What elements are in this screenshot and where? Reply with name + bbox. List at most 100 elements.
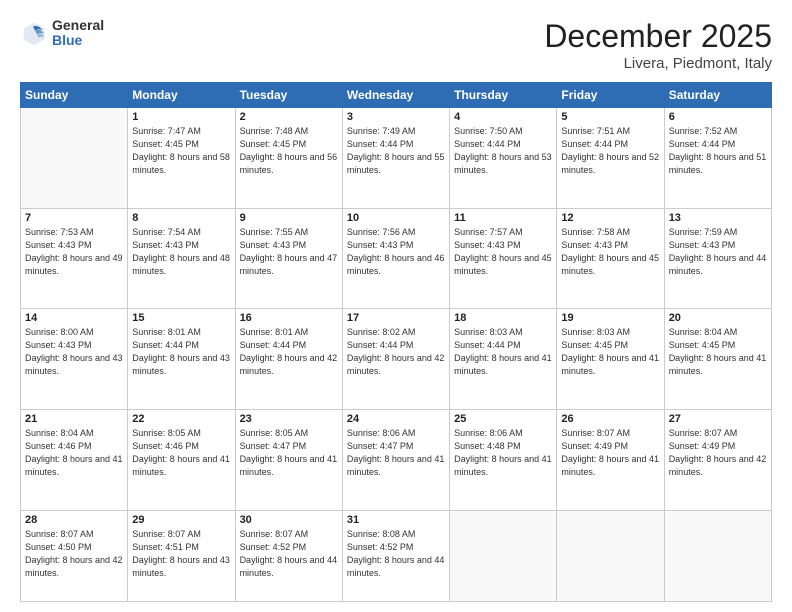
month-title: December 2025 — [544, 18, 772, 55]
table-row: 30 Sunrise: 8:07 AM Sunset: 4:52 PM Dayli… — [235, 510, 342, 602]
day-number: 3 — [347, 111, 445, 123]
table-row: 1 Sunrise: 7:47 AM Sunset: 4:45 PM Daylig… — [128, 108, 235, 209]
col-sunday: Sunday — [21, 83, 128, 108]
location-title: Livera, Piedmont, Italy — [544, 55, 772, 72]
day-detail: Sunrise: 8:01 AM Sunset: 4:44 PM Dayligh… — [132, 326, 230, 378]
day-detail: Sunrise: 7:52 AM Sunset: 4:44 PM Dayligh… — [669, 125, 767, 177]
day-number: 16 — [240, 312, 338, 324]
col-thursday: Thursday — [450, 83, 557, 108]
col-wednesday: Wednesday — [342, 83, 449, 108]
table-row: 16 Sunrise: 8:01 AM Sunset: 4:44 PM Dayli… — [235, 309, 342, 410]
day-detail: Sunrise: 8:01 AM Sunset: 4:44 PM Dayligh… — [240, 326, 338, 378]
day-detail: Sunrise: 8:04 AM Sunset: 4:46 PM Dayligh… — [25, 427, 123, 479]
day-number: 9 — [240, 212, 338, 224]
table-row — [21, 108, 128, 209]
day-number: 31 — [347, 514, 445, 526]
day-number: 7 — [25, 212, 123, 224]
day-detail: Sunrise: 7:51 AM Sunset: 4:44 PM Dayligh… — [561, 125, 659, 177]
table-row: 22 Sunrise: 8:05 AM Sunset: 4:46 PM Dayli… — [128, 409, 235, 510]
day-number: 6 — [669, 111, 767, 123]
table-row: 8 Sunrise: 7:54 AM Sunset: 4:43 PM Daylig… — [128, 208, 235, 309]
day-number: 25 — [454, 413, 552, 425]
table-row: 17 Sunrise: 8:02 AM Sunset: 4:44 PM Dayli… — [342, 309, 449, 410]
day-number: 4 — [454, 111, 552, 123]
day-number: 10 — [347, 212, 445, 224]
day-detail: Sunrise: 8:07 AM Sunset: 4:50 PM Dayligh… — [25, 528, 123, 580]
day-number: 19 — [561, 312, 659, 324]
day-number: 21 — [25, 413, 123, 425]
day-number: 8 — [132, 212, 230, 224]
day-detail: Sunrise: 7:47 AM Sunset: 4:45 PM Dayligh… — [132, 125, 230, 177]
table-row: 2 Sunrise: 7:48 AM Sunset: 4:45 PM Daylig… — [235, 108, 342, 209]
col-friday: Friday — [557, 83, 664, 108]
table-row: 13Sunrise: 7:59 AM Sunset: 4:43 PM Dayli… — [664, 208, 771, 309]
table-row: 9 Sunrise: 7:55 AM Sunset: 4:43 PM Daylig… — [235, 208, 342, 309]
day-detail: Sunrise: 7:56 AM Sunset: 4:43 PM Dayligh… — [347, 226, 445, 278]
table-row: 3 Sunrise: 7:49 AM Sunset: 4:44 PM Daylig… — [342, 108, 449, 209]
table-row: 4 Sunrise: 7:50 AM Sunset: 4:44 PM Daylig… — [450, 108, 557, 209]
day-detail: Sunrise: 7:55 AM Sunset: 4:43 PM Dayligh… — [240, 226, 338, 278]
day-detail: Sunrise: 8:07 AM Sunset: 4:52 PM Dayligh… — [240, 528, 338, 580]
page: General Blue December 2025 Livera, Piedm… — [0, 0, 792, 612]
col-saturday: Saturday — [664, 83, 771, 108]
day-detail: Sunrise: 8:06 AM Sunset: 4:47 PM Dayligh… — [347, 427, 445, 479]
table-row: 15 Sunrise: 8:01 AM Sunset: 4:44 PM Dayli… — [128, 309, 235, 410]
day-number: 14 — [25, 312, 123, 324]
table-row: 27Sunrise: 8:07 AM Sunset: 4:49 PM Dayli… — [664, 409, 771, 510]
table-row: 24 Sunrise: 8:06 AM Sunset: 4:47 PM Dayli… — [342, 409, 449, 510]
table-row: 21 Sunrise: 8:04 AM Sunset: 4:46 PM Dayli… — [21, 409, 128, 510]
table-row: 18Sunrise: 8:03 AM Sunset: 4:44 PM Dayli… — [450, 309, 557, 410]
day-number: 17 — [347, 312, 445, 324]
day-detail: Sunrise: 8:05 AM Sunset: 4:47 PM Dayligh… — [240, 427, 338, 479]
logo-blue-text: Blue — [52, 33, 104, 48]
day-detail: Sunrise: 8:04 AM Sunset: 4:45 PM Dayligh… — [669, 326, 767, 378]
table-row: 23 Sunrise: 8:05 AM Sunset: 4:47 PM Dayli… — [235, 409, 342, 510]
logo-icon — [20, 19, 48, 47]
day-detail: Sunrise: 7:57 AM Sunset: 4:43 PM Dayligh… — [454, 226, 552, 278]
day-detail: Sunrise: 8:00 AM Sunset: 4:43 PM Dayligh… — [25, 326, 123, 378]
calendar-table: Sunday Monday Tuesday Wednesday Thursday… — [20, 82, 772, 602]
day-detail: Sunrise: 7:54 AM Sunset: 4:43 PM Dayligh… — [132, 226, 230, 278]
title-block: December 2025 Livera, Piedmont, Italy — [544, 18, 772, 72]
day-number: 2 — [240, 111, 338, 123]
table-row: 7 Sunrise: 7:53 AM Sunset: 4:43 PM Daylig… — [21, 208, 128, 309]
day-number: 13 — [669, 212, 767, 224]
day-detail: Sunrise: 7:49 AM Sunset: 4:44 PM Dayligh… — [347, 125, 445, 177]
day-number: 20 — [669, 312, 767, 324]
day-number: 26 — [561, 413, 659, 425]
col-monday: Monday — [128, 83, 235, 108]
table-row: 31Sunrise: 8:08 AM Sunset: 4:52 PM Dayli… — [342, 510, 449, 602]
day-number: 1 — [132, 111, 230, 123]
day-detail: Sunrise: 8:07 AM Sunset: 4:49 PM Dayligh… — [561, 427, 659, 479]
day-number: 12 — [561, 212, 659, 224]
table-row: 12 Sunrise: 7:58 AM Sunset: 4:43 PM Dayli… — [557, 208, 664, 309]
col-tuesday: Tuesday — [235, 83, 342, 108]
table-row: 6 Sunrise: 7:52 AM Sunset: 4:44 PM Daylig… — [664, 108, 771, 209]
table-row: 5 Sunrise: 7:51 AM Sunset: 4:44 PM Daylig… — [557, 108, 664, 209]
table-row: 29Sunrise: 8:07 AM Sunset: 4:51 PM Dayli… — [128, 510, 235, 602]
day-number: 22 — [132, 413, 230, 425]
logo-general-text: General — [52, 18, 104, 33]
table-row — [450, 510, 557, 602]
header: General Blue December 2025 Livera, Piedm… — [20, 18, 772, 72]
day-detail: Sunrise: 7:58 AM Sunset: 4:43 PM Dayligh… — [561, 226, 659, 278]
day-detail: Sunrise: 7:48 AM Sunset: 4:45 PM Dayligh… — [240, 125, 338, 177]
day-number: 28 — [25, 514, 123, 526]
day-detail: Sunrise: 8:05 AM Sunset: 4:46 PM Dayligh… — [132, 427, 230, 479]
day-number: 5 — [561, 111, 659, 123]
day-detail: Sunrise: 7:53 AM Sunset: 4:43 PM Dayligh… — [25, 226, 123, 278]
table-row: 19Sunrise: 8:03 AM Sunset: 4:45 PM Dayli… — [557, 309, 664, 410]
table-row — [557, 510, 664, 602]
day-detail: Sunrise: 8:06 AM Sunset: 4:48 PM Dayligh… — [454, 427, 552, 479]
day-number: 23 — [240, 413, 338, 425]
day-number: 15 — [132, 312, 230, 324]
day-detail: Sunrise: 8:02 AM Sunset: 4:44 PM Dayligh… — [347, 326, 445, 378]
day-number: 18 — [454, 312, 552, 324]
day-detail: Sunrise: 8:07 AM Sunset: 4:51 PM Dayligh… — [132, 528, 230, 580]
table-row: 20 Sunrise: 8:04 AM Sunset: 4:45 PM Dayli… — [664, 309, 771, 410]
day-number: 30 — [240, 514, 338, 526]
day-detail: Sunrise: 7:50 AM Sunset: 4:44 PM Dayligh… — [454, 125, 552, 177]
table-row: 14 Sunrise: 8:00 AM Sunset: 4:43 PM Dayli… — [21, 309, 128, 410]
table-row: 28 Sunrise: 8:07 AM Sunset: 4:50 PM Dayli… — [21, 510, 128, 602]
day-number: 24 — [347, 413, 445, 425]
